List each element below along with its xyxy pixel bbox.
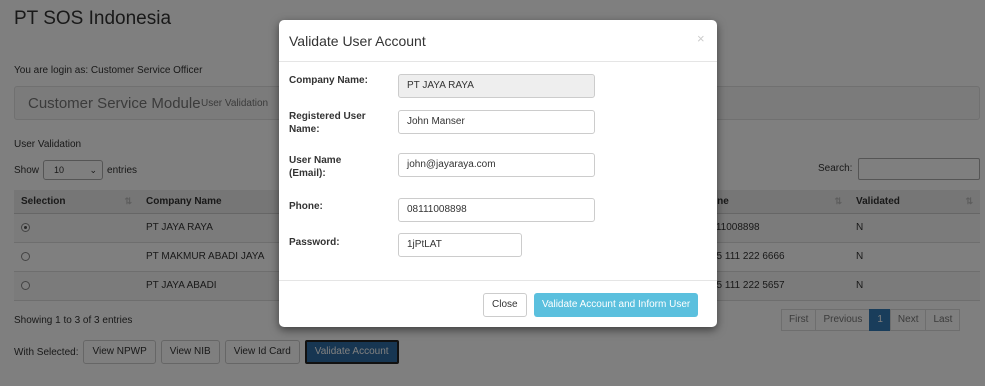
registered-user-name-field[interactable]: John Manser xyxy=(398,110,595,134)
modal-title: Validate User Account xyxy=(289,33,426,49)
registered-user-name-label: Registered User Name: xyxy=(289,111,366,135)
phone-field[interactable]: 08111008898 xyxy=(398,198,595,222)
company-name-field[interactable]: PT JAYA RAYA xyxy=(398,74,595,98)
phone-label: Phone: xyxy=(289,201,323,212)
user-email-label: User Name (Email): xyxy=(289,155,342,179)
close-icon[interactable]: × xyxy=(697,31,705,46)
password-label: Password: xyxy=(289,237,340,248)
modal-header: Validate User Account × xyxy=(279,20,717,62)
validate-and-inform-button[interactable]: Validate Account and Inform User xyxy=(534,293,699,317)
company-name-label: Company Name: xyxy=(289,75,368,86)
validate-user-modal: Validate User Account × Company Name: PT… xyxy=(279,20,717,327)
modal-footer: Close Validate Account and Inform User xyxy=(279,280,717,327)
user-email-field[interactable]: john@jayaraya.com xyxy=(398,153,595,177)
password-field[interactable]: 1jPtLAT xyxy=(398,233,522,257)
close-button[interactable]: Close xyxy=(483,293,527,317)
